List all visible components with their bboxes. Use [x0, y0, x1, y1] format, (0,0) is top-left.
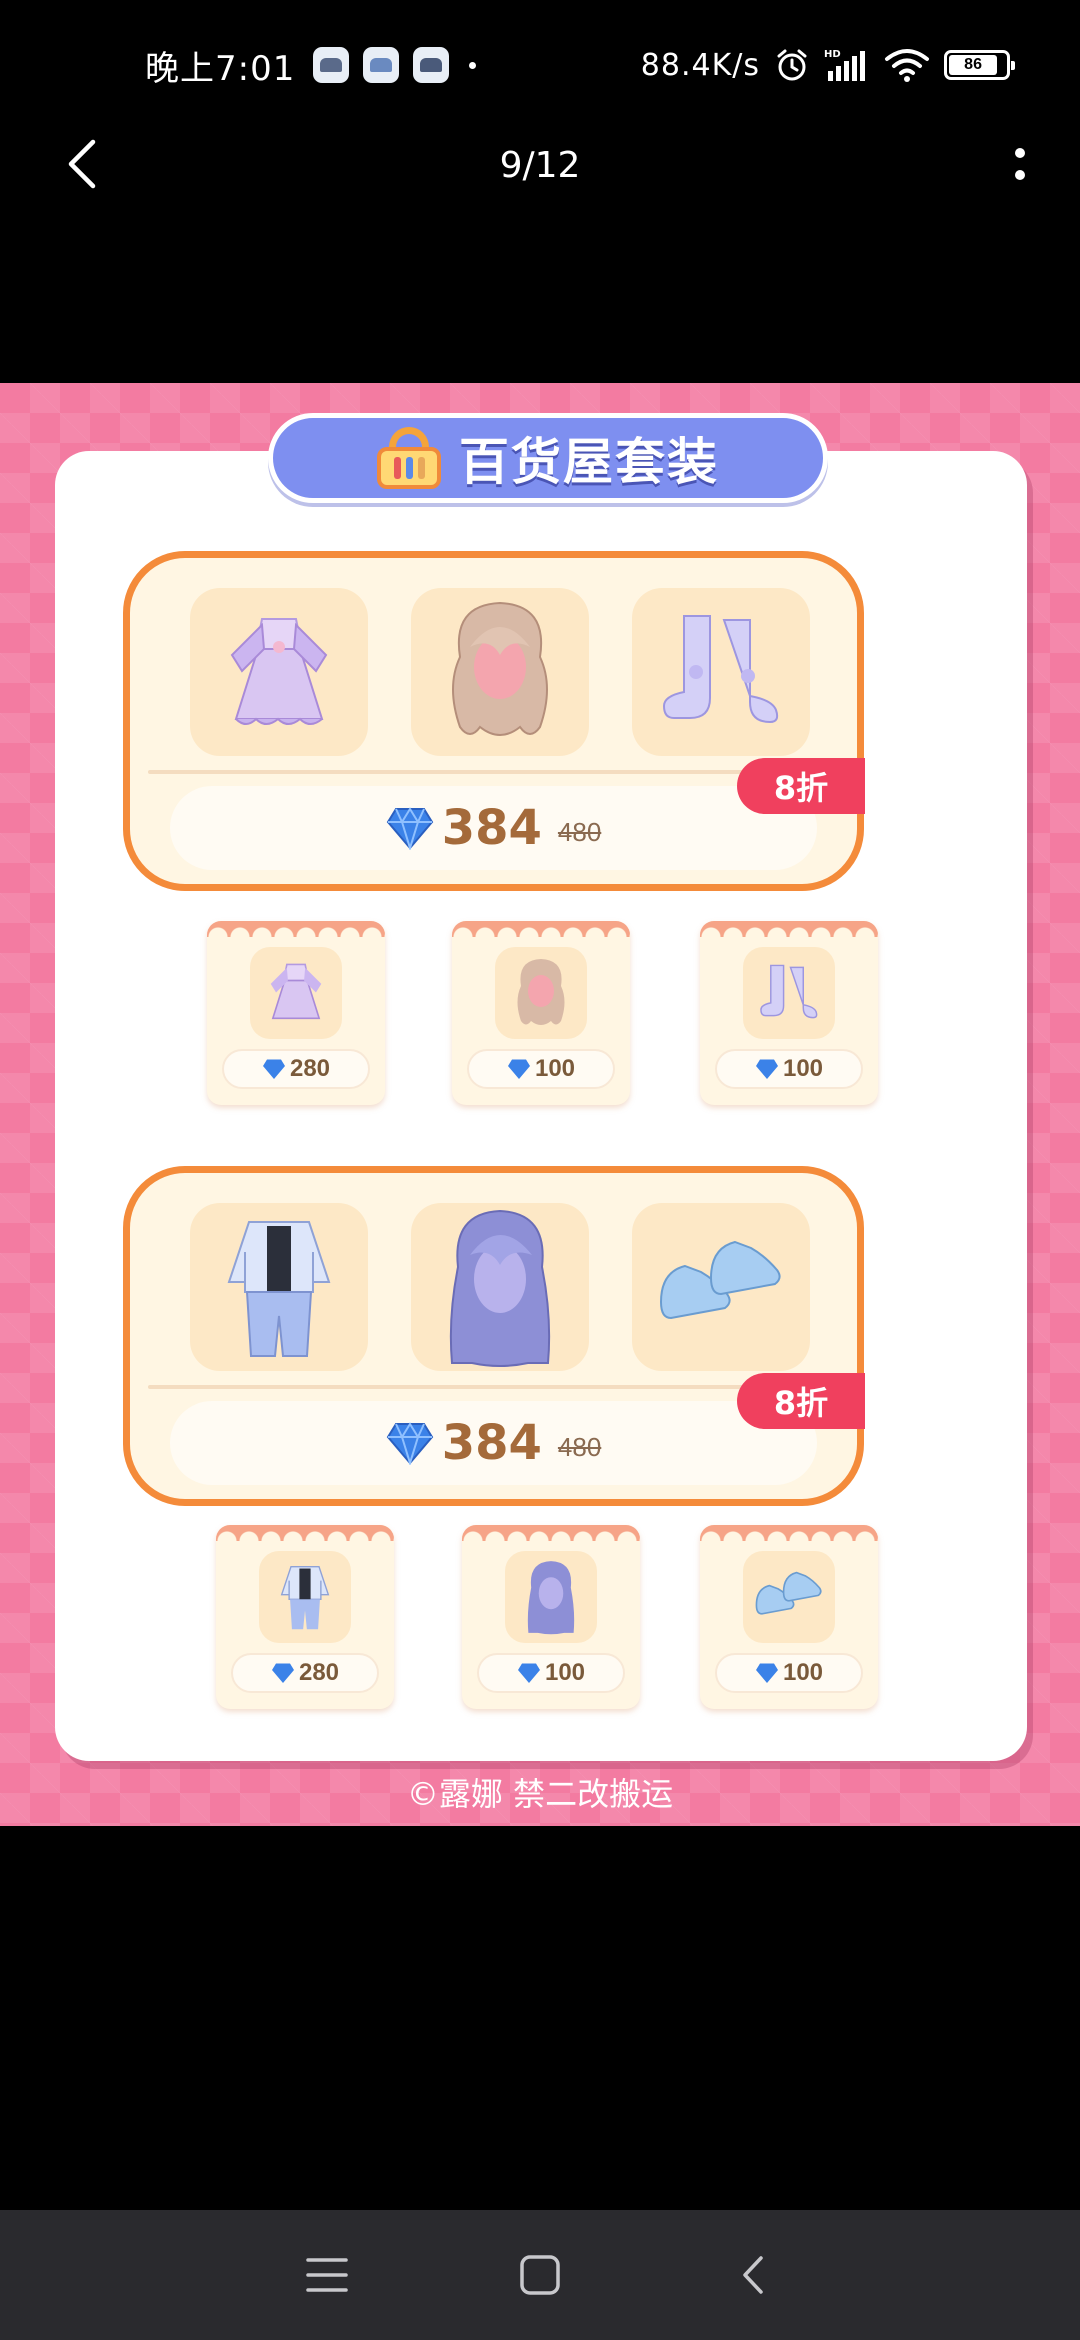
more-vertical-icon	[1015, 148, 1025, 158]
notification-icons	[313, 47, 450, 83]
single-item-price: 100	[715, 1049, 863, 1089]
diamond-icon	[755, 1059, 778, 1079]
poster-credit: ©露娜 禁二改搬运	[406, 1775, 674, 1813]
viewer-top-bar: 9/12	[0, 130, 1080, 200]
system-navigation-bar	[0, 2210, 1080, 2340]
jacket-outfit-icon	[227, 1221, 331, 1357]
single-item-card: 280	[216, 1525, 394, 1709]
sneakers-icon	[659, 1240, 781, 1320]
diamond-icon	[386, 1422, 433, 1465]
wavy-hair-icon	[452, 601, 548, 736]
lolita-dress-icon	[270, 963, 322, 1020]
app-icon	[363, 47, 400, 83]
single-item-card: 100	[452, 921, 630, 1105]
diamond-icon	[271, 1663, 294, 1683]
set-item-slot	[411, 1203, 589, 1371]
single-item-price: 280	[222, 1049, 370, 1089]
bow-boots-icon	[662, 615, 779, 724]
system-back-button[interactable]	[713, 2235, 793, 2315]
set-price-value: 384	[441, 800, 542, 856]
diamond-icon	[507, 1059, 530, 1079]
set-item-slot	[190, 588, 368, 756]
sneakers-icon	[755, 1571, 822, 1615]
lolita-dress-icon	[230, 618, 328, 725]
set-item-slot	[632, 1203, 810, 1371]
menu-icon	[305, 2258, 348, 2292]
page-counter: 9/12	[499, 144, 581, 186]
menu-button[interactable]	[287, 2235, 367, 2315]
single-item-card: 280	[207, 921, 385, 1105]
set-item-slot	[632, 588, 810, 756]
discount-badge: 8折	[737, 758, 865, 814]
battery-level: 86	[949, 55, 998, 75]
set-item-slot	[190, 1203, 368, 1371]
home-button[interactable]	[500, 2235, 580, 2315]
single-item-price: 100	[477, 1653, 625, 1693]
set-price: 384 480	[170, 1401, 817, 1485]
single-item-price: 280	[231, 1653, 379, 1693]
status-bar: 晚上7:01 88.4K/s HD 86	[0, 0, 1080, 130]
back-icon	[743, 2256, 764, 2294]
outfit-set-2: 384 480 8折	[123, 1166, 865, 1506]
app-icon	[413, 47, 450, 83]
diamond-icon	[262, 1059, 285, 1079]
poster-title-banner: 百货屋套装	[268, 413, 828, 503]
network-speed: 88.4K/s	[640, 47, 760, 83]
diamond-icon	[386, 807, 433, 850]
outfit-set-1: 384 480 8折	[123, 551, 865, 891]
single-item-price: 100	[467, 1049, 615, 1089]
poster-title: 百货屋套装	[459, 433, 719, 491]
alarm-icon	[777, 49, 807, 81]
more-notifications-dot	[469, 61, 477, 69]
set-price: 384 480	[170, 786, 817, 870]
more-options-button[interactable]	[1000, 134, 1040, 194]
long-purple-hair-icon	[527, 1561, 575, 1635]
single-item-card: 100	[700, 921, 878, 1105]
home-icon	[520, 2255, 560, 2295]
bow-boots-icon	[760, 964, 818, 1019]
status-time: 晚上7:01	[145, 48, 296, 89]
discount-badge: 8折	[737, 1373, 865, 1429]
diamond-icon	[755, 1663, 778, 1683]
wifi-icon	[885, 49, 929, 82]
chevron-left-icon	[68, 139, 96, 189]
svg-text:HD: HD	[824, 49, 841, 60]
signal-icon: HD	[824, 49, 865, 81]
back-button[interactable]	[52, 134, 112, 194]
jacket-outfit-icon	[280, 1565, 330, 1630]
long-purple-hair-icon	[449, 1209, 551, 1367]
single-item-price: 100	[715, 1653, 863, 1693]
image-viewer[interactable]: 百货屋套装 384 480 8折 280 100 100 384 480 8折 …	[0, 383, 1080, 1826]
set-price-value: 384	[441, 1415, 542, 1471]
status-right: 88.4K/s HD 86	[640, 47, 1015, 83]
single-item-card: 100	[462, 1525, 640, 1709]
set-original-price: 480	[557, 816, 602, 847]
set-original-price: 480	[557, 1431, 602, 1462]
set-item-slot	[411, 588, 589, 756]
wavy-hair-icon	[517, 958, 565, 1025]
basket-icon	[377, 427, 441, 489]
battery-icon: 86	[944, 50, 1015, 80]
diamond-icon	[517, 1663, 540, 1683]
single-item-card: 100	[700, 1525, 878, 1709]
app-icon	[313, 47, 350, 83]
